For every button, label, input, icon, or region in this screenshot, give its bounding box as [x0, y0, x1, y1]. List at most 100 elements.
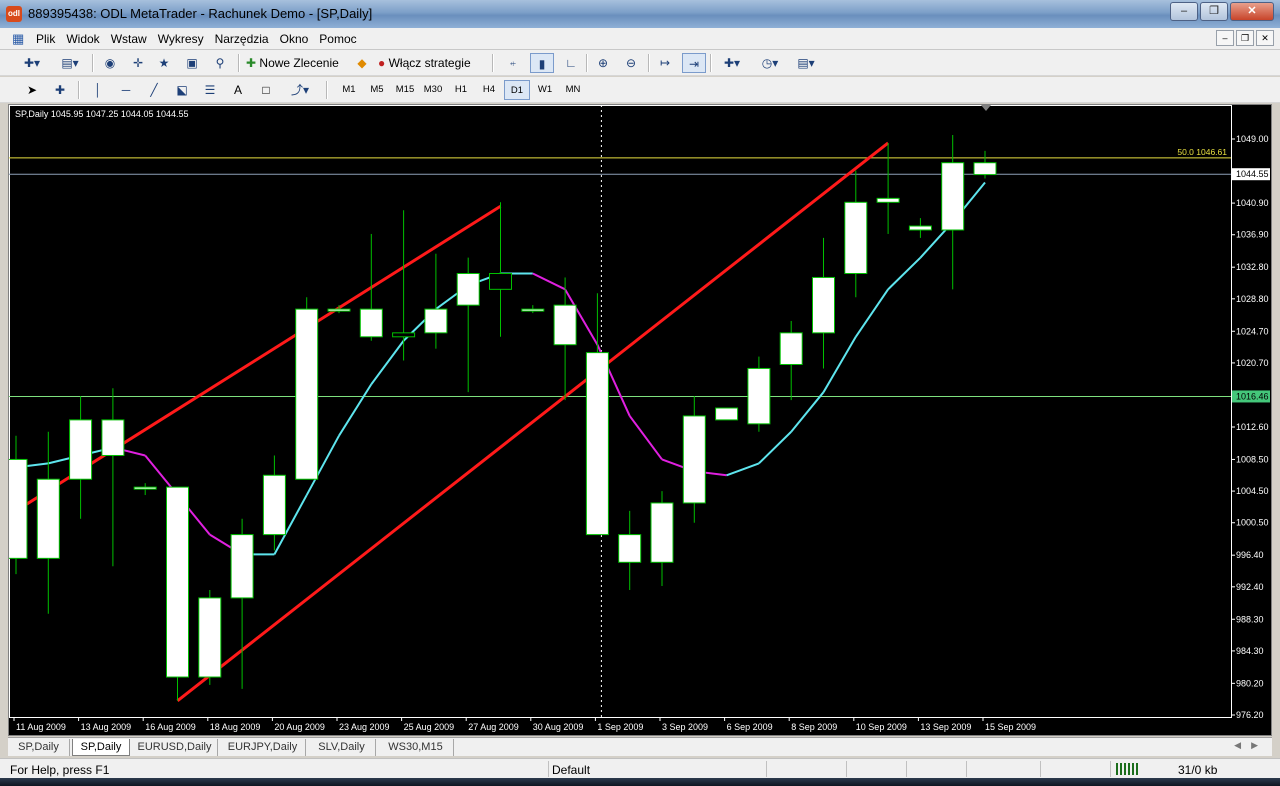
indicators-icon[interactable]: ✚▾	[716, 53, 748, 73]
chart-shift-marker	[981, 105, 991, 111]
new-chart-icon[interactable]: ✚▾	[16, 53, 48, 73]
metaeditor-icon[interactable]: ◆	[352, 53, 372, 73]
minimize-button[interactable]: –	[1170, 2, 1198, 21]
timeframe-m1[interactable]: M1	[336, 80, 362, 100]
y-tick-label: 1012.60	[1236, 422, 1269, 432]
y-tick-label: 1049.00	[1236, 134, 1269, 144]
tab-sp-daily-2[interactable]: SP,Daily	[72, 739, 130, 756]
timeframe-h1[interactable]: H1	[448, 80, 474, 100]
trendline-icon[interactable]: ╱	[144, 80, 164, 100]
menu-okno[interactable]: Okno	[280, 31, 320, 47]
candle-body	[295, 308, 319, 480]
vertical-line-icon[interactable]: │	[88, 80, 108, 100]
child-minimize-button[interactable]: –	[1216, 30, 1234, 46]
timeframe-mn[interactable]: MN	[560, 80, 586, 100]
text-icon[interactable]: A	[228, 80, 248, 100]
chart-tabs: SP,Daily SP,Daily EURUSD,Daily EURJPY,Da…	[8, 737, 1272, 756]
y-tick-label: 1024.70	[1236, 326, 1269, 336]
x-tick-label: 20 Aug 2009	[274, 722, 325, 732]
new-order-button[interactable]: ✚ Nowe Zlecenie	[246, 53, 346, 73]
candle-body	[9, 458, 28, 559]
horizontal-line-icon[interactable]: ─	[116, 80, 136, 100]
tab-scroll-arrows[interactable]: ◀▶	[1234, 740, 1268, 751]
y-tick-label: 976.20	[1236, 710, 1264, 720]
tab-ws30-m15[interactable]: WS30,M15	[378, 739, 454, 756]
menu-narzedzia[interactable]: Narzędzia	[215, 31, 280, 47]
timeframe-w1[interactable]: W1	[532, 80, 558, 100]
maximize-button[interactable]: ❐	[1200, 2, 1228, 21]
y-tick-label: 1004.50	[1236, 486, 1269, 496]
timeframe-d1[interactable]: D1	[504, 80, 530, 100]
tab-slv-daily[interactable]: SLV,Daily	[308, 739, 376, 756]
x-tick-label: 3 Sep 2009	[662, 722, 708, 732]
close-button[interactable]: ✕	[1230, 2, 1274, 21]
y-tick-label: 1028.80	[1236, 294, 1269, 304]
line-chart-icon[interactable]: ∟	[560, 53, 582, 73]
templates-icon[interactable]: ▤▾	[790, 53, 822, 73]
candle-body	[230, 534, 254, 599]
x-tick-label: 16 Aug 2009	[145, 722, 196, 732]
zoom-out-icon[interactable]: ⊖	[620, 53, 642, 73]
menu-pomoc[interactable]: Pomoc	[319, 31, 367, 47]
enable-strategies-button[interactable]: ● Włącz strategie	[378, 53, 486, 73]
terminal-icon[interactable]: ▣	[182, 53, 202, 73]
data-window-icon[interactable]: ✛	[128, 53, 148, 73]
chart-window[interactable]: 1049.00 1040.90 1036.90 1032.80 1028.80 1024.…	[8, 104, 1272, 736]
fibonacci-icon[interactable]: ☰	[200, 80, 220, 100]
chart-shift-icon[interactable]: ⇥	[682, 53, 706, 73]
ma-segment	[338, 383, 373, 437]
timeframe-m15[interactable]: M15	[392, 80, 418, 100]
cursor-icon[interactable]: ➤	[22, 80, 42, 100]
y-tick-label: 1036.90	[1236, 230, 1269, 240]
profiles-icon[interactable]: ▤▾	[54, 53, 86, 73]
candle-body	[650, 502, 674, 563]
candle-body	[101, 419, 125, 456]
candle-body	[262, 474, 286, 536]
auto-scroll-icon[interactable]: ↦	[654, 53, 676, 73]
y-tick-label: 984.30	[1236, 646, 1264, 656]
zoom-in-icon[interactable]: ⊕	[592, 53, 614, 73]
title-bar[interactable]: odl 889395438: ODL MetaTrader - Rachunek…	[0, 0, 1280, 28]
x-tick-label: 11 Aug 2009	[16, 722, 66, 732]
crosshair-icon[interactable]: ✚	[50, 80, 70, 100]
candle-body	[489, 273, 512, 290]
x-tick-label: 6 Sep 2009	[727, 722, 773, 732]
menu-wykresy[interactable]: Wykresy	[158, 31, 215, 47]
ma-segment	[726, 462, 760, 477]
text-label-icon[interactable]: □	[256, 80, 276, 100]
timeframe-m5[interactable]: M5	[364, 80, 390, 100]
navigator-icon[interactable]: ★	[154, 53, 174, 73]
tab-eurusd-daily[interactable]: EURUSD,Daily	[132, 739, 218, 756]
menu-wstaw[interactable]: Wstaw	[111, 31, 158, 47]
chart-window-icon[interactable]: ▦	[12, 31, 28, 47]
x-tick-label: 13 Sep 2009	[920, 722, 971, 732]
child-close-button[interactable]: ✕	[1256, 30, 1274, 46]
strategy-tester-icon[interactable]: ⚲	[210, 53, 230, 73]
bar-chart-icon[interactable]: ⍅	[502, 53, 524, 73]
candle-body	[553, 304, 577, 346]
tab-sp-daily-1[interactable]: SP,Daily	[8, 739, 70, 756]
candlestick-chart-icon[interactable]: ▮	[530, 53, 554, 73]
menu-bar: ▦ Plik Widok Wstaw Wykresy Narzędzia Okn…	[0, 28, 1280, 50]
candle-body	[779, 332, 803, 365]
timeframe-m30[interactable]: M30	[420, 80, 446, 100]
x-tick-label: 18 Aug 2009	[210, 722, 261, 732]
candle-body	[327, 308, 351, 312]
timeframe-h4[interactable]: H4	[476, 80, 502, 100]
price-chart[interactable]: 1049.00 1040.90 1036.90 1032.80 1028.80 1024.…	[9, 105, 1271, 735]
child-restore-button[interactable]: ❐	[1236, 30, 1254, 46]
candle-body	[166, 486, 189, 678]
y-tick-label: 996.40	[1236, 550, 1264, 560]
x-tick-label: 13 Aug 2009	[81, 722, 132, 732]
arrows-icon[interactable]: ⤴▾	[284, 80, 316, 100]
channel-icon[interactable]: ⬕	[172, 80, 192, 100]
menu-plik[interactable]: Plik	[36, 31, 66, 47]
ma-segment	[532, 272, 566, 291]
candle-body	[618, 534, 642, 563]
periods-icon[interactable]: ◷▾	[754, 53, 786, 73]
tab-eurjpy-daily[interactable]: EURJPY,Daily	[220, 739, 306, 756]
candle-body	[456, 273, 480, 306]
menu-widok[interactable]: Widok	[66, 31, 110, 47]
fibo-level-label: 50.0 1046.61	[1177, 147, 1227, 157]
market-watch-icon[interactable]: ◉	[100, 53, 120, 73]
